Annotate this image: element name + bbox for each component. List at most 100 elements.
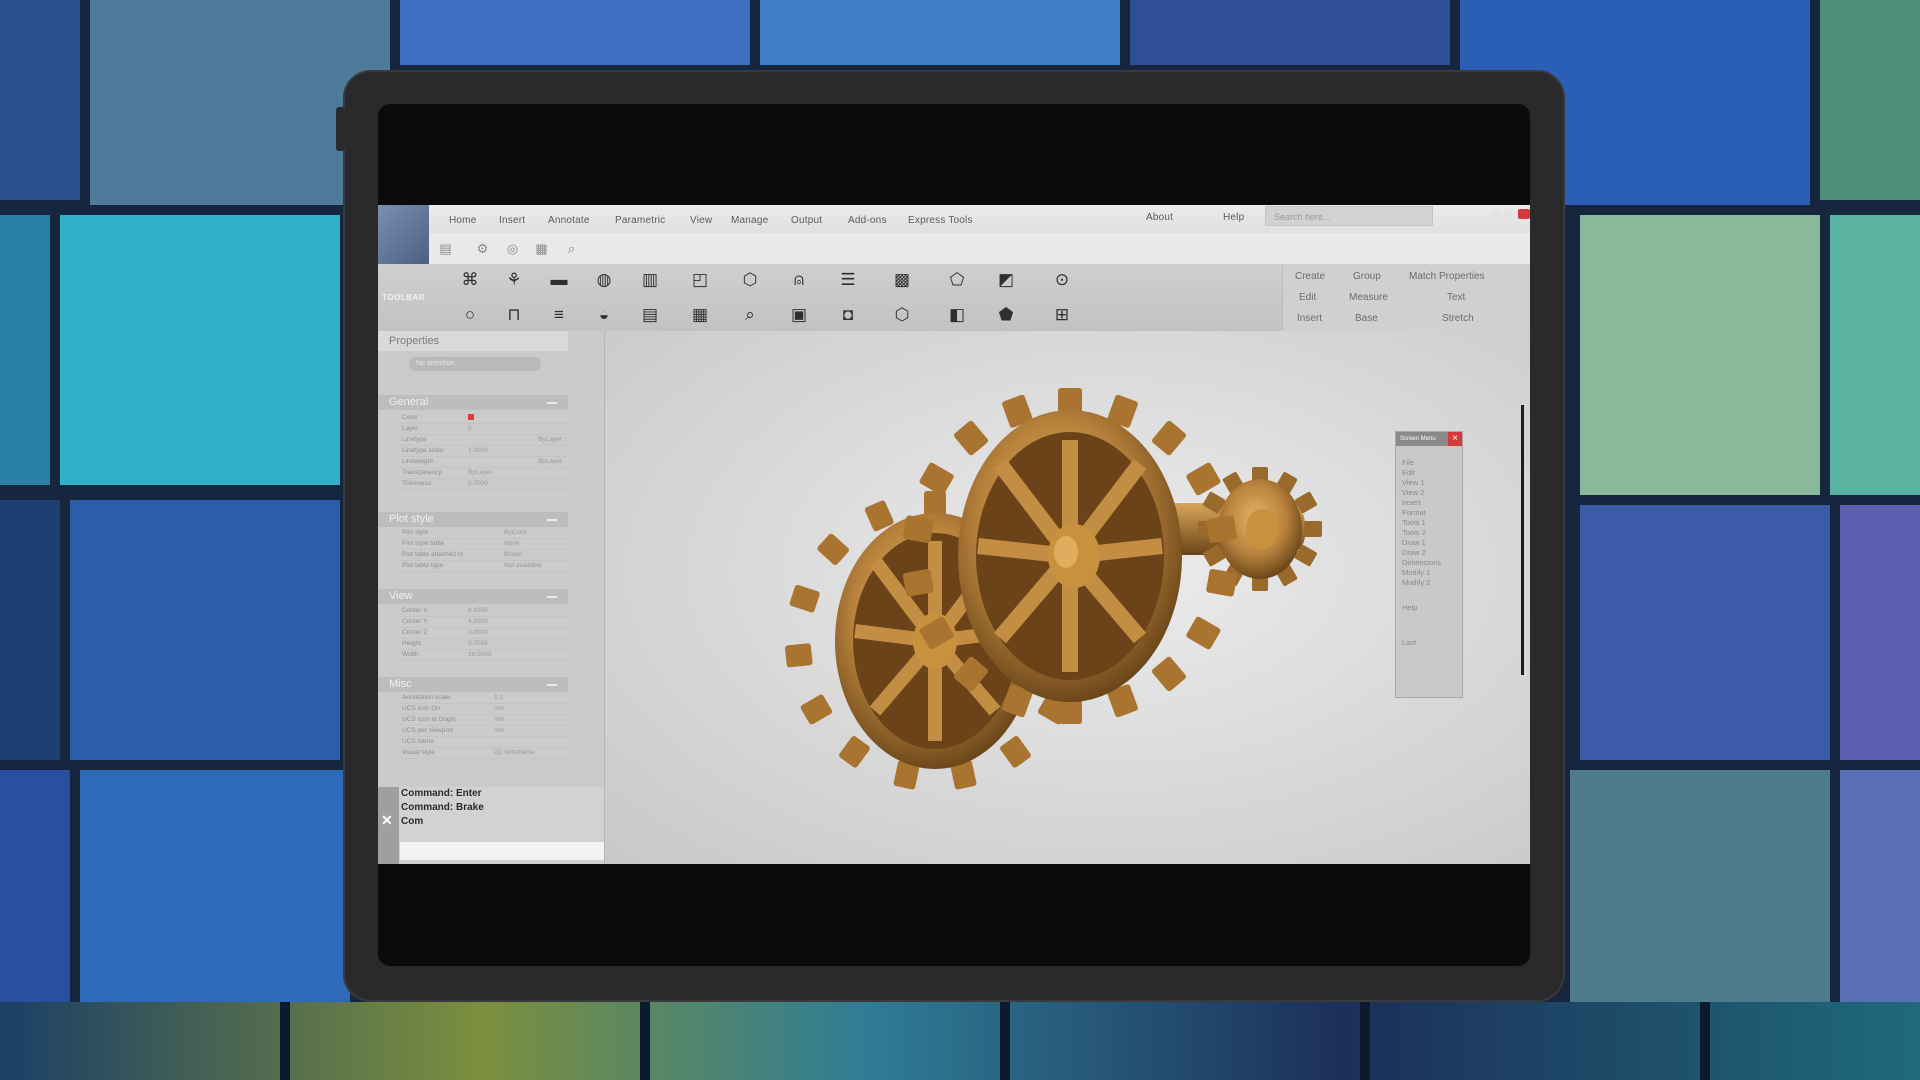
tool-icon-2[interactable]: ⚘ xyxy=(503,269,525,291)
prop-row[interactable]: UCS icon at Origin Yes xyxy=(398,715,568,726)
screen-menu-help[interactable]: Help xyxy=(1402,603,1417,612)
tool-icon-4[interactable]: ◍ xyxy=(593,269,615,291)
screen-menu-item[interactable]: Tools 1 xyxy=(1402,518,1426,527)
group-button[interactable]: Group xyxy=(1353,271,1381,282)
prop-row[interactable]: Linetype ByLayer xyxy=(398,435,568,446)
menu-annotate[interactable]: Annotate xyxy=(548,215,590,226)
menu-view[interactable]: View xyxy=(690,215,712,226)
stack-tool-icon[interactable]: ⊞ xyxy=(1051,304,1073,326)
mirror-tool-icon[interactable]: ◧ xyxy=(946,304,968,326)
bracket-tool-icon[interactable]: ⊓ xyxy=(503,304,525,326)
shape-tool-icon[interactable]: ⬟ xyxy=(995,304,1017,326)
close-button[interactable] xyxy=(1518,209,1530,219)
settings-icon[interactable]: ⚙ xyxy=(475,241,490,256)
section-general[interactable]: General xyxy=(378,395,568,410)
command-input[interactable] xyxy=(400,842,604,860)
tool-icon-1[interactable]: ⌘ xyxy=(459,269,481,291)
tool-icon-6[interactable]: ◰ xyxy=(689,269,711,291)
screen-menu-item[interactable]: Format xyxy=(1402,508,1426,517)
table-tool-icon[interactable]: ▦ xyxy=(689,304,711,326)
circle-tool-icon[interactable]: ○ xyxy=(459,304,481,326)
drawing-viewport[interactable] xyxy=(605,331,1530,864)
screen-menu-item[interactable]: Modify 2 xyxy=(1402,578,1430,587)
screen-menu-item[interactable]: Insert xyxy=(1402,498,1421,507)
polygon-tool-icon[interactable]: ⬡ xyxy=(891,304,913,326)
prop-row[interactable]: Layer 0 xyxy=(398,424,568,435)
prop-row[interactable]: Center Y 4.5000 xyxy=(398,617,568,628)
block-tool-icon[interactable]: ◘ xyxy=(837,304,859,326)
image-tool-icon[interactable]: ▣ xyxy=(788,304,810,326)
screen-menu-item[interactable]: View 2 xyxy=(1402,488,1424,497)
edit-button[interactable]: Edit xyxy=(1299,292,1316,303)
screen-menu-item[interactable]: File xyxy=(1402,458,1414,467)
prop-row[interactable]: Height 9.0588 xyxy=(398,639,568,650)
tool-icon-7[interactable]: ⬡ xyxy=(739,269,761,291)
help-link[interactable]: Help xyxy=(1223,212,1244,223)
insert-button[interactable]: Insert xyxy=(1297,313,1322,324)
prop-row[interactable]: Plot table type Not available xyxy=(398,561,568,572)
screen-menu-item[interactable]: Dimensions xyxy=(1402,558,1441,567)
sphere-tool-icon[interactable]: ◒ xyxy=(593,304,615,326)
circle-target-icon[interactable]: ◎ xyxy=(505,241,520,256)
text-button[interactable]: Text xyxy=(1447,292,1465,303)
prop-row[interactable]: Center Z 0.0000 xyxy=(398,628,568,639)
prop-row[interactable]: Plot table attached to Model xyxy=(398,550,568,561)
stretch-button[interactable]: Stretch xyxy=(1442,313,1474,324)
prop-row[interactable]: Width 16.5009 xyxy=(398,650,568,661)
lines-tool-icon[interactable]: ≡ xyxy=(548,304,570,326)
maximize-button[interactable] xyxy=(1504,209,1514,219)
screen-menu-item[interactable]: View 1 xyxy=(1402,478,1424,487)
section-misc[interactable]: Misc xyxy=(378,677,568,692)
screen-menu-item[interactable]: Edit xyxy=(1402,468,1415,477)
menu-manage[interactable]: Manage xyxy=(731,215,768,226)
prop-row[interactable]: Color xyxy=(398,413,568,424)
prop-row[interactable]: Thickness 0.0000 xyxy=(398,479,568,490)
prop-row[interactable]: UCS icon On Yes xyxy=(398,704,568,715)
tool-icon-5[interactable]: ▥ xyxy=(639,269,661,291)
tool-icon-8[interactable]: ⍝ xyxy=(788,269,810,291)
base-button[interactable]: Base xyxy=(1355,313,1378,324)
screen-menu-item[interactable]: Modify 1 xyxy=(1402,568,1430,577)
menu-insert[interactable]: Insert xyxy=(499,215,525,226)
screen-menu-close-icon[interactable]: × xyxy=(1448,432,1462,446)
screen-menu-item[interactable]: Draw 2 xyxy=(1402,548,1426,557)
menu-addons[interactable]: Add-ons xyxy=(848,215,887,226)
selection-dropdown[interactable]: No selection xyxy=(409,357,541,371)
menu-output[interactable]: Output xyxy=(791,215,822,226)
tool-icon-13[interactable]: ⊙ xyxy=(1051,269,1073,291)
measure-button[interactable]: Measure xyxy=(1349,292,1388,303)
layer-tool-icon[interactable]: ▤ xyxy=(639,304,661,326)
layers-icon[interactable]: ▤ xyxy=(438,241,453,256)
create-button[interactable]: Create xyxy=(1295,271,1325,282)
tool-icon-12[interactable]: ◩ xyxy=(995,269,1017,291)
prop-row[interactable]: Plot style table None xyxy=(398,539,568,550)
search-icon[interactable]: ⌕ xyxy=(564,241,579,256)
tool-icon-10[interactable]: ▩ xyxy=(891,269,913,291)
search-input[interactable]: Search here... xyxy=(1265,206,1433,226)
screen-menu-item[interactable]: Tools 2 xyxy=(1402,528,1426,537)
menu-express-tools[interactable]: Express Tools xyxy=(908,215,973,226)
section-view[interactable]: View xyxy=(378,589,568,604)
screen-menu-last[interactable]: Last xyxy=(1402,638,1416,647)
tool-icon-3[interactable]: ▬ xyxy=(548,269,570,291)
grid-icon[interactable]: ▦ xyxy=(534,241,549,256)
tool-icon-9[interactable]: ☰ xyxy=(837,269,859,291)
app-logo[interactable] xyxy=(378,205,429,264)
prop-row[interactable]: Annotation scale 1:1 xyxy=(398,693,568,704)
section-plot-style[interactable]: Plot style xyxy=(378,512,568,527)
match-properties-button[interactable]: Match Properties xyxy=(1409,271,1485,282)
prop-row[interactable]: Lineweight ByLayer xyxy=(398,457,568,468)
prop-row[interactable]: Visual style 2D Wireframe xyxy=(398,748,568,759)
menu-parametric[interactable]: Parametric xyxy=(615,215,665,226)
menu-home[interactable]: Home xyxy=(449,215,476,226)
prop-row[interactable]: Transparency ByLayer xyxy=(398,468,568,479)
about-link[interactable]: About xyxy=(1146,212,1173,223)
prop-row[interactable]: UCS per viewport Yes xyxy=(398,726,568,737)
prop-row[interactable]: Linetype scale 1.0000 xyxy=(398,446,568,457)
minimize-button[interactable] xyxy=(1490,209,1500,219)
close-icon[interactable]: ✕ xyxy=(381,812,393,829)
vertical-scrollbar[interactable] xyxy=(1521,405,1524,675)
prop-row[interactable]: UCS name xyxy=(398,737,568,748)
zoom-tool-icon[interactable]: ⌕ xyxy=(739,304,761,326)
prop-row[interactable]: Plot style ByColor xyxy=(398,528,568,539)
